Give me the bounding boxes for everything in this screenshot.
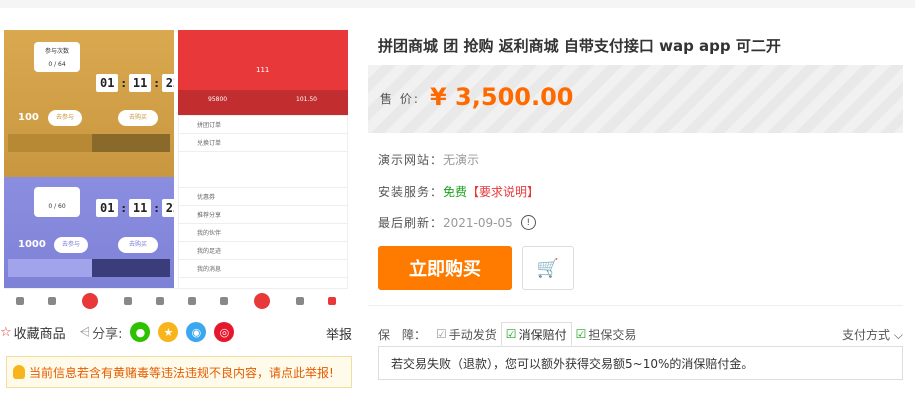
refresh-date: 2021-09-05 [443,215,513,230]
share-bar: ☆ 收藏商品 ⩤ 分享: ● ★ ◉ ◎ 举报 [0,318,360,346]
share-icon: ⩤ [79,324,91,340]
tab-label: 消保赔付 [518,327,567,342]
progress-bar-right [92,134,170,152]
qq-icon[interactable]: ◉ [186,322,207,342]
check-icon: ☑ [436,327,447,341]
demo-row: 演示网站： 无演示 [378,151,479,168]
install-value: 免费 [443,185,468,199]
timer-hours: 01 [96,74,119,92]
refresh-row: 最后刷新： 2021-09-05 ! [378,214,536,231]
install-row: 安装服务： 免费 【要求说明】 [378,183,539,200]
cart-icon [124,296,132,305]
check-icon: ☑ [505,327,517,341]
divider [368,305,903,306]
favorite-label: 收藏商品 [13,326,66,342]
order-icons-row [179,152,347,188]
user-icon [156,296,164,305]
buy-now-button[interactable]: 立即购买 [378,246,512,290]
cart-icon: 🛒 [536,257,560,279]
product-title: 拼团商城 团 抢购 返利商城 自带支付接口 wap app 可二开 [378,37,781,55]
top-divider-bar [0,0,915,8]
star-icon: ☆ [0,324,12,340]
progress-bar-right [92,259,170,277]
lightbulb-icon [13,365,25,379]
list-item: 我的伙伴 [179,224,347,242]
gold-price: 100 [18,112,39,123]
share-label: ⩤ 分享: [80,323,123,342]
join-button: 去参与 [48,110,82,126]
tab-label: 手动发货 [448,327,497,342]
red-left-value: 95800 [208,96,228,103]
timer-seconds: 22 [161,74,174,92]
price-label: 售 价: [380,92,420,106]
chevron-down-icon: ⌵ [893,327,903,342]
home-icon [16,296,24,305]
red-stats-bar: 95800 101.50 [178,90,348,115]
pay-method-label: 支付方式 [842,327,891,342]
favorite-button[interactable]: ☆ 收藏商品 [0,323,66,342]
install-label: 安装服务： [378,185,444,199]
weibo-icon[interactable]: ◎ [214,322,235,342]
grid-icon [48,296,56,305]
list-item: 推荐分享 [179,206,347,224]
timer-minutes: 11 [128,74,152,92]
red-right-value: 101.50 [296,96,317,103]
join-box: 参与次数 0 / 64 [34,42,80,72]
progress-bar-left [8,134,92,152]
price-value: ¥ 3,500.00 [430,83,574,111]
countdown-timer: 01: 11: 22 [96,199,174,217]
search-circle-icon [252,290,272,311]
info-icon[interactable]: ! [520,215,536,230]
purple-price: 1000 [18,239,46,250]
list-item: 兑换订单 [179,134,347,152]
list-item: 我的足迹 [179,242,347,260]
qzone-icon[interactable]: ★ [158,322,179,342]
menu-list: 拼团订单 兑换订单 优惠券 推荐分享 我的伙伴 我的足迹 我的消息 [178,115,348,312]
home-icon [188,296,196,305]
tab-consumer-protection[interactable]: ☑ 消保赔付 [500,322,572,346]
refresh-label: 最后刷新： [378,216,444,230]
tab-manual-delivery[interactable]: ☑ 手动发货 [432,322,501,346]
share-text: 分享: [92,326,123,342]
add-to-cart-button[interactable]: 🛒 [522,246,574,290]
list-item: 我的消息 [179,260,347,278]
demo-value: 无演示 [443,153,480,167]
red-number: 111 [256,66,270,74]
search-circle-icon [80,290,100,311]
countdown-timer: 01: 11: 22 [96,74,174,92]
join-count: 0 / 60 [34,187,80,217]
progress-bar-left [8,259,92,277]
wechat-icon[interactable]: ● [130,322,151,342]
tab-guaranteed-trade[interactable]: ☑ 担保交易 [572,322,641,346]
timer-hours: 01 [96,199,119,217]
user-icon [328,296,336,305]
product-image[interactable]: 参与次数 0 / 64 01: 11: 22 100 去参与 去购买 0 / 6… [0,30,352,312]
buy-pill: 去购买 [118,237,158,253]
mini-tab-bar [4,288,348,312]
list-item: 优惠券 [179,188,347,206]
grid-icon [220,296,228,305]
demo-label: 演示网站： [378,153,444,167]
tab-label: 担保交易 [588,327,637,342]
cart-icon [296,296,304,305]
guarantee-description: 若交易失败（退款），您可以额外获得交易额5~10%的消保赔付金。 [378,346,903,380]
guarantee-label: 保 障： [378,327,427,342]
report-notice[interactable]: 当前信息若含有黄赌毒等违法违规不良内容，请点此举报! [6,356,352,388]
buy-pill: 去购买 [118,110,158,126]
join-label: 参与次数 [44,48,69,55]
join-count: 0 / 64 [48,61,66,68]
gold-panel: 参与次数 0 / 64 01: 11: 22 100 去参与 去购买 [4,30,174,177]
list-item: 拼团订单 [179,116,347,134]
notice-text: 当前信息若含有黄赌毒等违法违规不良内容，请点此举报! [29,365,334,380]
timer-minutes: 11 [128,199,152,217]
pay-method-dropdown[interactable]: 支付方式 ⌵ [842,326,903,343]
join-button: 去参与 [54,237,88,253]
price-box: 售 价: ¥ 3,500.00 [368,65,903,133]
timer-seconds: 22 [161,199,174,217]
report-link[interactable]: 举报 [326,324,352,343]
check-icon: ☑ [575,327,587,341]
guarantee-tabs: 保 障： ☑ 手动发货 ☑ 消保赔付 ☑ 担保交易 支付方式 ⌵ [378,322,903,346]
requirements-link[interactable]: 【要求说明】 [467,183,539,200]
